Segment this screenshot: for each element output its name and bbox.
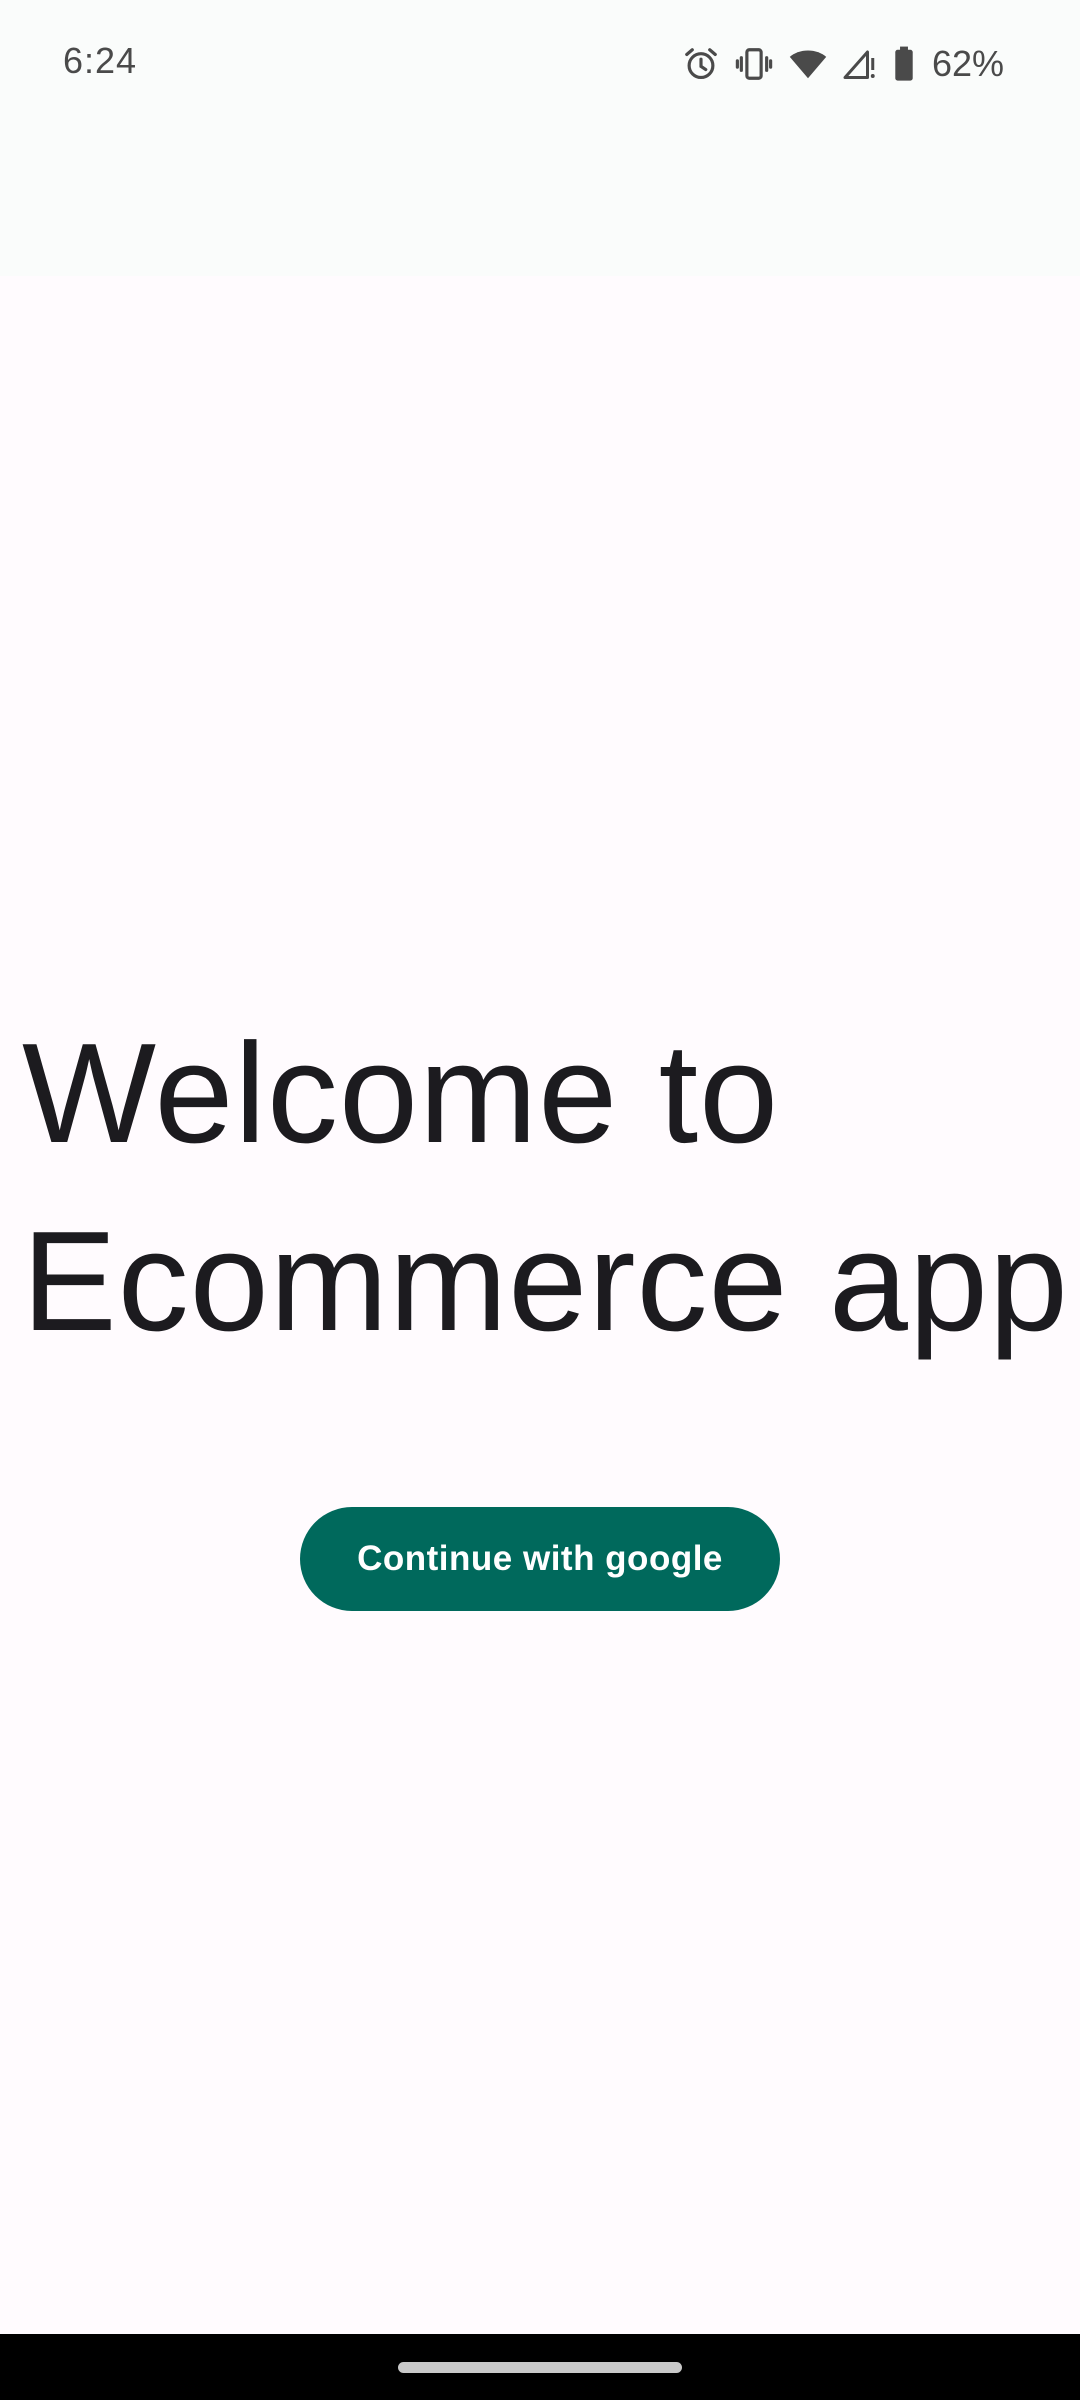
- battery-icon: [892, 45, 916, 83]
- status-time: 6:24: [63, 40, 138, 81]
- battery-percent: 62%: [931, 43, 1004, 84]
- welcome-title-line-2: Ecommerce app: [22, 1202, 1069, 1361]
- status-bar: 6:24 62%: [0, 0, 1080, 128]
- status-icons: 62%: [682, 40, 1004, 88]
- welcome-title: Welcome to Ecommerce app: [22, 1000, 1072, 1376]
- cell-signal-icon: [842, 45, 878, 83]
- wifi-icon: [788, 45, 828, 83]
- continue-with-google-button[interactable]: Continue with google: [300, 1507, 780, 1611]
- app-bar: [0, 128, 1080, 276]
- vibrate-icon: [734, 45, 774, 83]
- alarm-icon: [682, 45, 720, 83]
- home-indicator[interactable]: [398, 2362, 682, 2373]
- app-screen: 6:24 62% Welcome to Ecommerce app Contin…: [0, 0, 1080, 2400]
- welcome-title-line-1: Welcome to: [22, 1014, 780, 1173]
